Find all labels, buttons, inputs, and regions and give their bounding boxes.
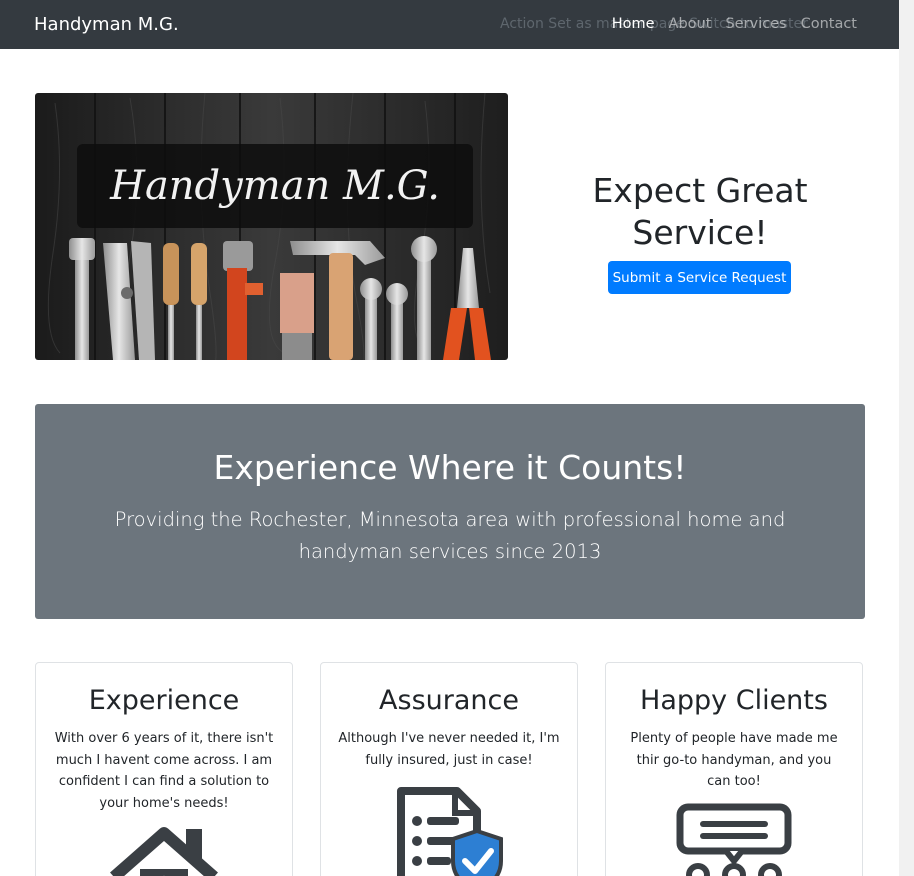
jumbotron-title: Experience Where it Counts! [213,448,687,487]
navbar: Handyman M.G. Action Set as master page … [0,0,899,49]
jumbotron-subtitle: Providing the Rochester, Minnesota area … [114,508,786,563]
hero-logo-text: Handyman M.G. [109,163,440,209]
insured-document-icon [397,787,503,876]
card-experience: Experience With over 6 years of it, ther… [35,662,293,876]
nav-item-about[interactable]: About [669,16,712,32]
nav-item-contact[interactable]: Contact [801,16,857,32]
nav-links: Home About Services Contact [612,16,857,32]
card-title: Experience [88,685,240,716]
card-text: Although I've never needed it, I'm fully… [338,731,560,768]
jumbotron: Experience Where it Counts! Providing th… [35,404,865,619]
card-title: Happy Clients [640,685,828,716]
card-text: With over 6 years of it, there isn't muc… [54,731,274,811]
card-happy-clients: Happy Clients Plenty of people have made… [605,662,863,876]
card-assurance: Assurance Although I've never needed it,… [320,662,578,876]
house-icon [110,827,218,876]
scrollbar-gutter [899,0,914,876]
nav-item-home[interactable]: Home [612,16,655,32]
reviews-icon [676,803,792,876]
hero-title: Expect Great Service! [592,171,808,252]
nav-item-services[interactable]: Services [725,16,786,32]
card-title: Assurance [379,685,519,716]
hero-image: Handyman M.G. [35,93,508,360]
card-text: Plenty of people have made me thir go-to… [630,731,838,789]
navbar-brand[interactable]: Handyman M.G. [34,14,179,35]
submit-service-request-button[interactable]: Submit a Service Request [608,261,791,294]
